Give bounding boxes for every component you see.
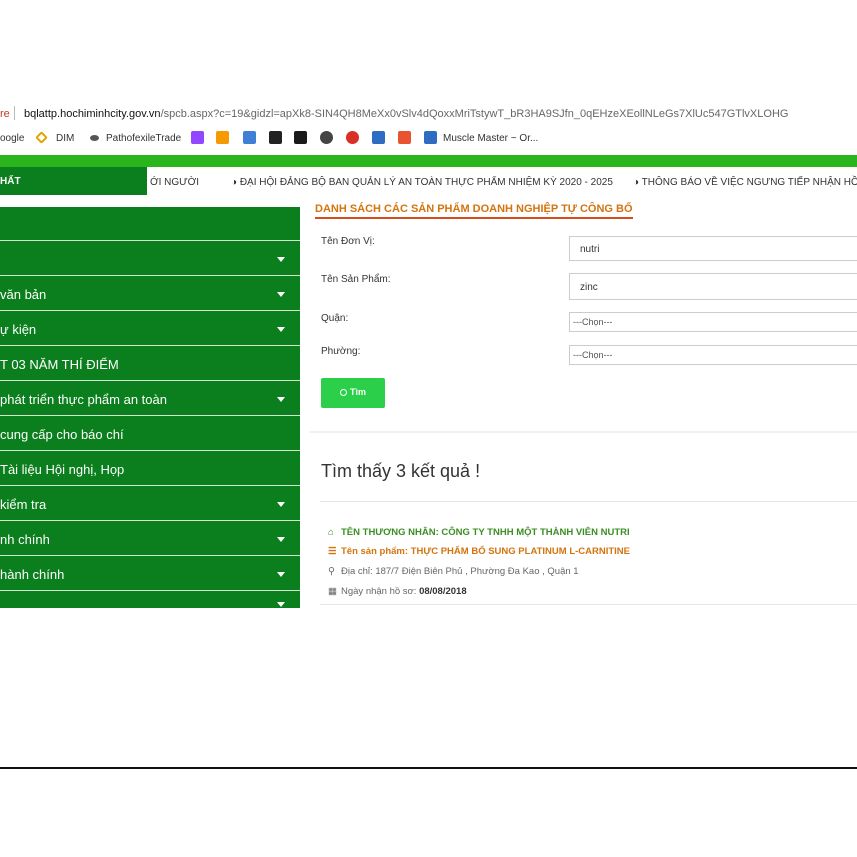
blue-bookmark-icon[interactable] [243,131,256,144]
bookmark-pathofexiletrade[interactable]: PathofexileTrade [106,133,181,144]
ward-select[interactable]: ---Chọn--- [569,345,857,365]
list-icon: ☰ [328,546,337,557]
sidebar-item-label: Tài liệu Hội nghị, Họp [0,462,125,477]
sidebar-item-label: nh chính [0,532,50,547]
result-divider [320,604,857,605]
sidebar-item-label: phát triển thực phẩm an toàn [0,392,167,407]
home-icon: ⌂ [328,527,334,538]
calendar-icon: ▦ [328,586,337,597]
address-bar[interactable]: re bqlattp.hochiminhcity.gov.vn/spcb.asp… [0,103,857,125]
sidebar-item-safe-food[interactable]: phát triển thực phẩm an toàn [0,382,300,416]
news-ticker: HẤT ỚI NGƯỜI ◑ ĐẠI HỘI ĐẢNG BỘ BAN QUẢN … [0,167,857,195]
url-text: bqlattp.hochiminhcity.gov.vn/spcb.aspx?c… [24,108,788,120]
chevron-down-icon [277,502,285,507]
ticker-item[interactable]: ◑ THÔNG BÁO VỀ VIỆC NGƯNG TIẾP NHẬN HỒ [633,177,857,188]
results-divider [320,501,857,502]
chevron-down-icon [277,602,285,607]
sidebar-menu: văn bản ự kiện T 03 NĂM THÍ ĐIỂM phát tr… [0,207,300,608]
dim-icon [35,131,48,144]
sidebar-item-label: ự kiện [0,322,37,337]
h-bookmark-icon[interactable] [372,131,385,144]
chevron-down-icon [277,572,285,577]
results-panel [309,431,857,608]
bookmark-muscle-master[interactable]: Muscle Master ~ Or... [443,133,538,144]
bag-bookmark-icon[interactable] [398,131,411,144]
sidebar-item-pilot[interactable]: T 03 NĂM THÍ ĐIỂM [0,347,300,381]
url-host: bqlattp.hochiminhcity.gov.vn [24,108,161,120]
result-date-label: Ngày nhận hồ sơ: [341,586,417,597]
search-button-label: Tìm [349,387,366,397]
chevron-down-icon [277,327,285,332]
sidebar-item[interactable] [0,207,300,241]
url-path: /spcb.aspx?c=19&gidzl=apXk8-SIN4QH8MeXx0… [160,108,789,120]
result-date: ▦ Ngày nhận hồ sơ: 08/08/2018 [328,586,467,597]
result-address: ⚲ Địa chỉ: 187/7 Điện Biên Phủ , Phường Đ… [328,566,579,577]
chevron-down-icon [277,537,285,542]
search-button[interactable]: Tìm [321,378,385,408]
red-bookmark-icon[interactable] [346,131,359,144]
result-merchant[interactable]: ⌂ TÊN THƯƠNG NHÂN: CÔNG TY TNHH MỘT THÀNH… [328,527,630,538]
muscle-master-icon [424,131,437,144]
sidebar-item-label: cung cấp cho báo chí [0,427,124,442]
result-product-text: Tên sản phẩm: THỰC PHẨM BỔ SUNG PLATINUM… [341,546,631,557]
twitch-icon[interactable] [191,131,204,144]
sidebar-item-label: hành chính [0,567,65,582]
sidebar-item-label: văn bản [0,287,47,302]
sidebar-item-events[interactable]: ự kiện [0,312,300,346]
sidebar-item-inspection[interactable]: kiểm tra [0,487,300,521]
district-select[interactable]: ---Chọn--- [569,312,857,332]
bookmark-dim[interactable]: DIM [56,133,74,144]
sidebar-item[interactable] [0,592,300,608]
product-name-label: Tên Sản Phẩm: [321,274,391,285]
bottom-rule [0,767,857,769]
sidebar-item-meeting-docs[interactable]: Tài liệu Hội nghị, Họp [0,452,300,486]
unit-name-label: Tên Đơn Vị: [321,236,375,247]
district-label: Quận: [321,313,349,324]
sidebar-item[interactable] [0,242,300,276]
sidebar-item-admin-procedures[interactable]: hành chính [0,557,300,591]
ticker-item[interactable]: ỚI NGƯỜI [150,177,199,188]
search-icon [339,389,347,396]
site-top-bar [0,155,857,167]
ticker-tab[interactable]: HẤT [0,167,147,195]
product-name-input[interactable]: zinc [569,273,857,300]
map-pin-icon: ⚲ [328,566,335,577]
chevron-down-icon [277,257,285,262]
sidebar-item-documents[interactable]: văn bản [0,277,300,311]
chevron-down-icon [277,397,285,402]
url-protocol: re [0,108,10,120]
ticker-item[interactable]: ◑ ĐẠI HỘI ĐẢNG BỘ BAN QUẢN LÝ AN TOÀN TH… [231,177,613,188]
g-bookmark-icon[interactable] [216,131,229,144]
unit-name-input[interactable]: nutri [569,236,857,261]
ward-label: Phường: [321,346,361,357]
bookmarks-bar: oogle DIM PathofexileTrade Muscle Master… [0,129,857,149]
result-merchant-text: TÊN THƯƠNG NHÂN: CÔNG TY TNHH MỘT THÀNH … [341,527,630,538]
sidebar-item-label: kiểm tra [0,497,47,512]
poe-icon [90,135,99,141]
sidebar-item-administrative[interactable]: nh chính [0,522,300,556]
circle-bookmark-icon[interactable] [320,131,333,144]
result-address-text: Địa chỉ: 187/7 Điện Biên Phủ , Phường Đa… [341,566,579,577]
result-date-value: 08/08/2018 [419,586,467,597]
dark-bookmark-icon[interactable] [294,131,307,144]
chevron-down-icon [277,292,285,297]
bookmark-google[interactable]: oogle [0,133,24,144]
sidebar-item-press[interactable]: cung cấp cho báo chí [0,417,300,451]
url-separator [14,106,15,120]
page-title: DANH SÁCH CÁC SẢN PHẨM DOANH NGHIỆP TỰ C… [315,203,633,219]
sidebar-item-label: T 03 NĂM THÍ ĐIỂM [0,357,119,372]
result-product[interactable]: ☰ Tên sản phẩm: THỰC PHẨM BỔ SUNG PLATINU… [328,546,630,557]
results-count: Tìm thấy 3 kết quả ! [321,461,481,481]
c-bookmark-icon[interactable] [269,131,282,144]
